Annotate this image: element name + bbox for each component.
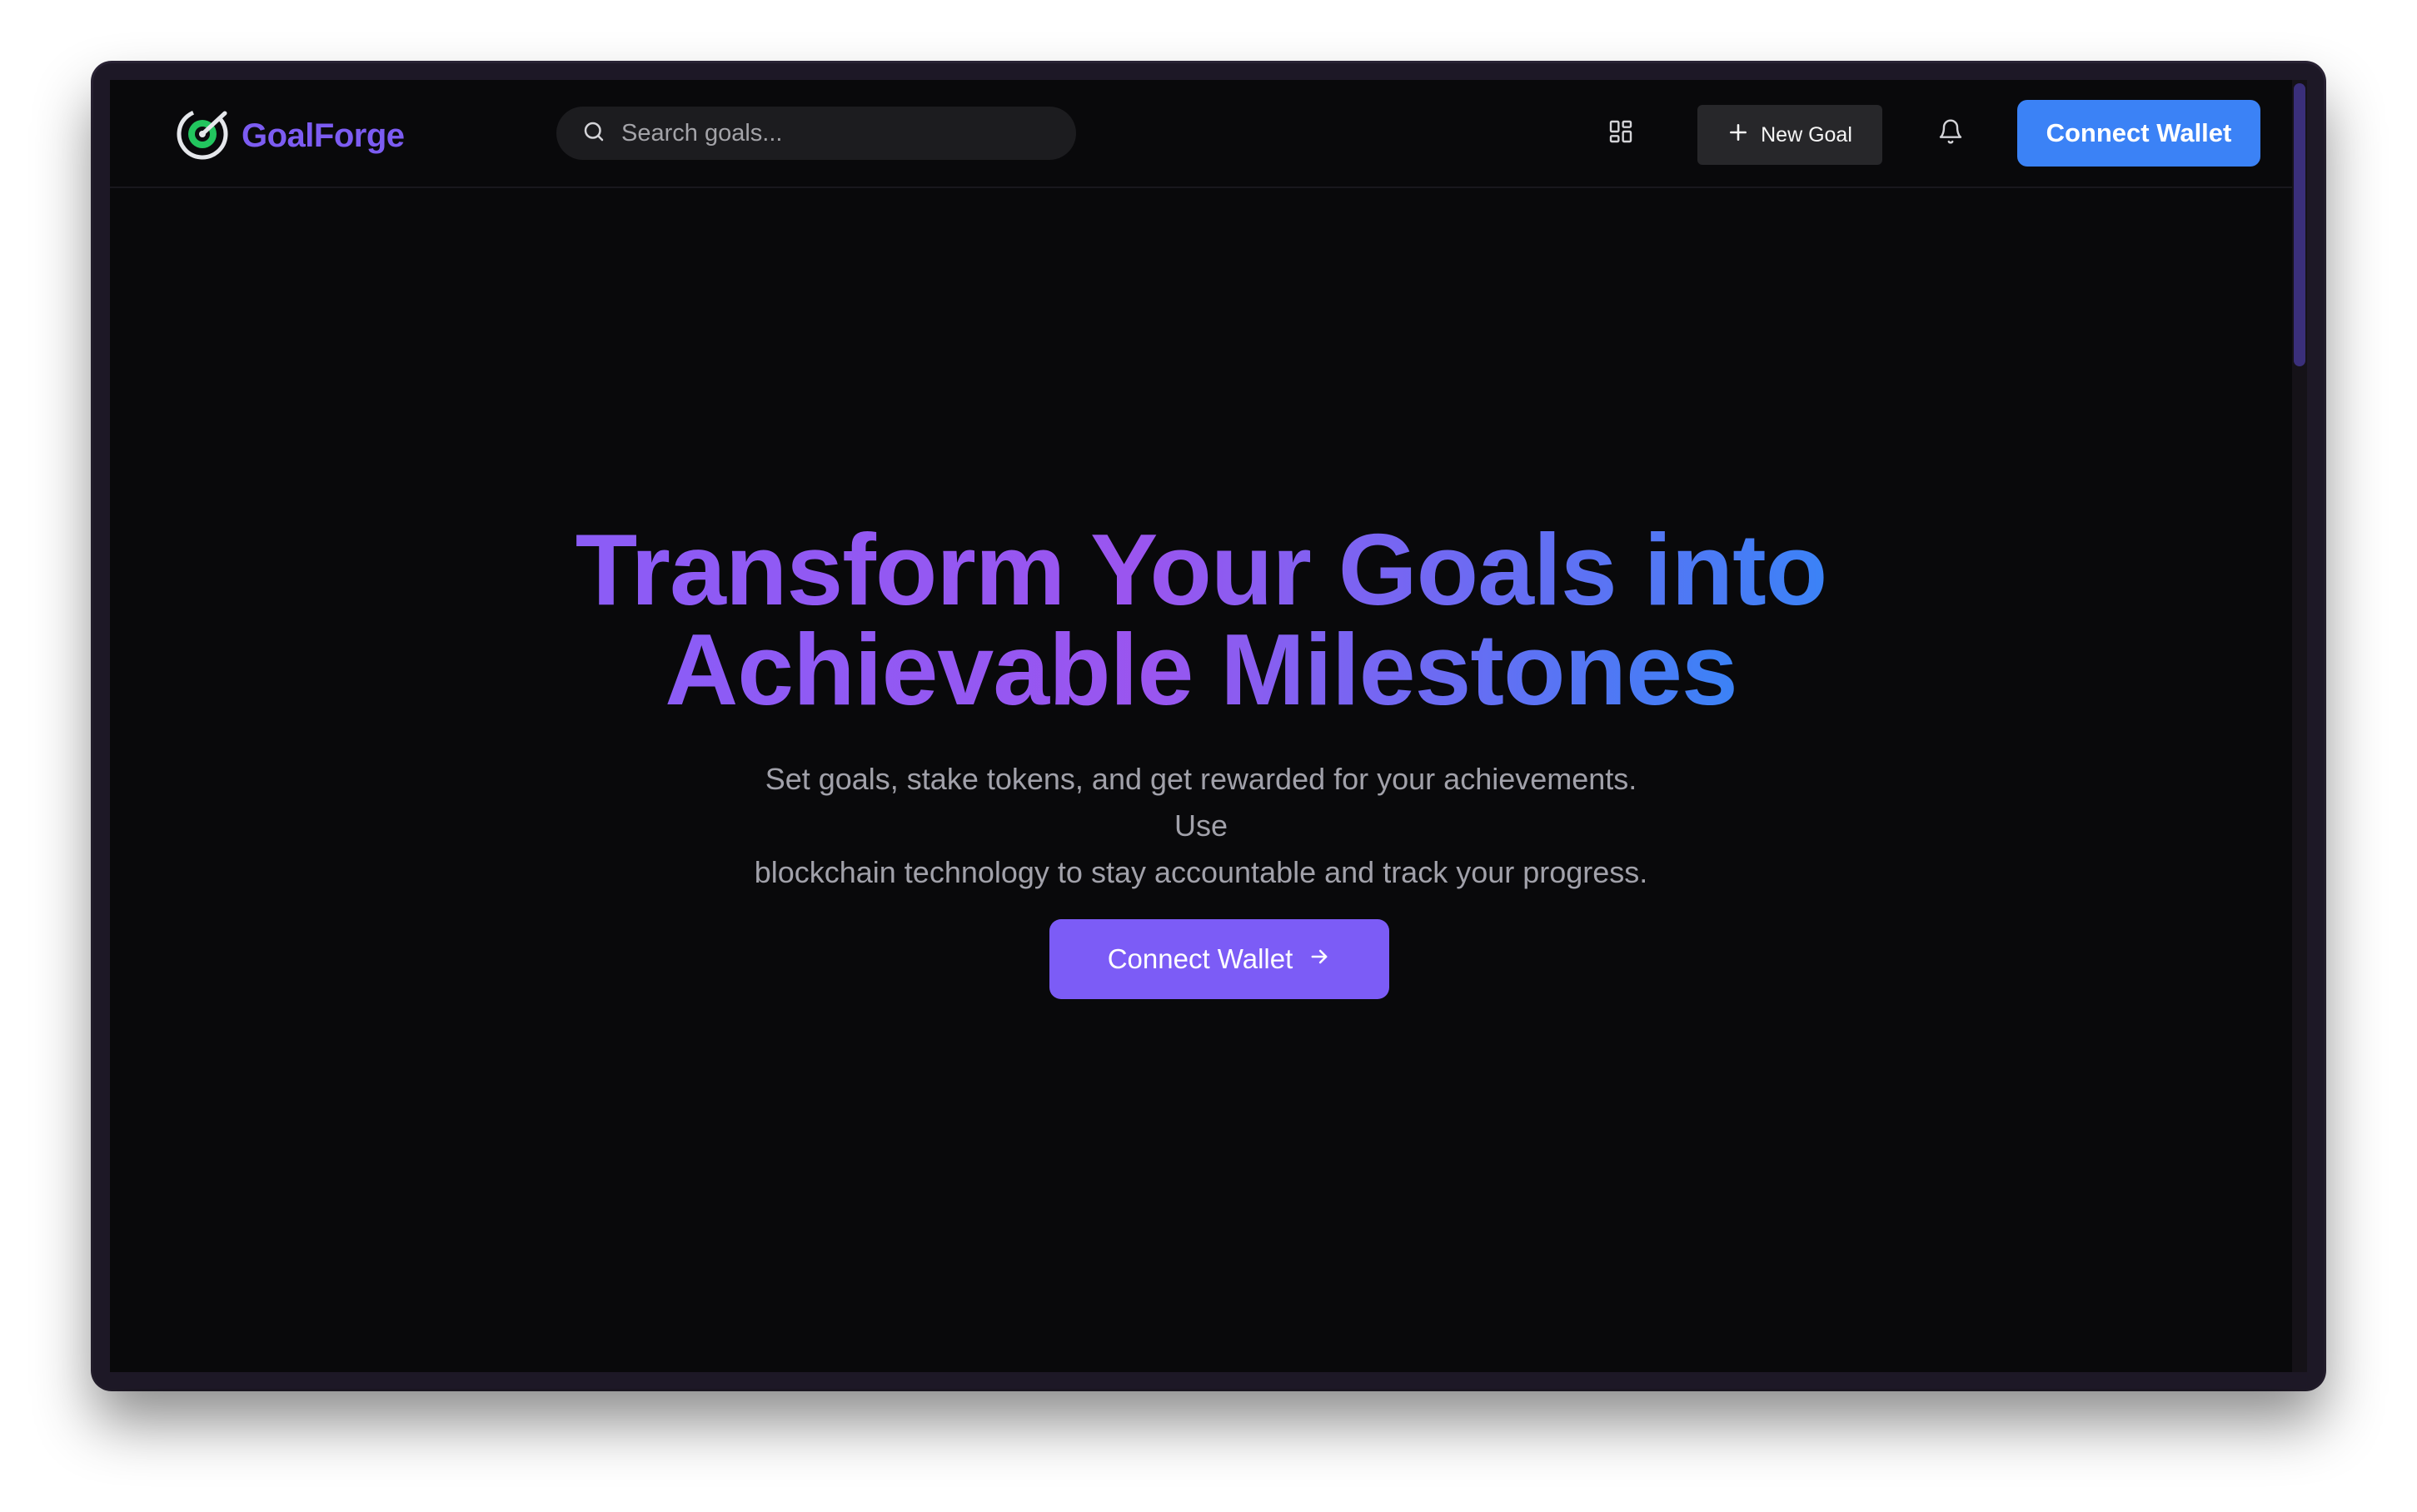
- connect-wallet-button[interactable]: Connect Wallet: [2017, 100, 2260, 167]
- bell-icon: [1937, 118, 1964, 149]
- scrollbar[interactable]: [2292, 80, 2307, 1372]
- notifications-button[interactable]: [1927, 110, 1974, 157]
- search-input[interactable]: [620, 118, 1073, 148]
- hero-connect-wallet-button[interactable]: Connect Wallet: [1049, 919, 1389, 999]
- new-goal-button[interactable]: New Goal: [1697, 105, 1882, 165]
- hero-subtitle: Set goals, stake tokens, and get rewarde…: [743, 756, 1659, 896]
- hero-title-line-1: Transform Your Goals into: [575, 513, 1828, 626]
- logo[interactable]: GoalForge: [175, 107, 405, 166]
- goalforge-logo-icon: [175, 107, 230, 166]
- top-navbar: GoalForge Search goals... New Goal Conne…: [110, 80, 2292, 188]
- scrollbar-thumb[interactable]: [2294, 83, 2305, 366]
- hero-title-line-2: Achievable Milestones: [665, 613, 1738, 726]
- hero-title: Transform Your Goals into Achievable Mil…: [110, 513, 2292, 726]
- dashboard-button[interactable]: [1597, 110, 1644, 157]
- plus-icon: [1727, 122, 1749, 149]
- hero-cta-label: Connect Wallet: [1107, 943, 1293, 974]
- app-name: GoalForge: [242, 117, 405, 154]
- new-goal-label: New Goal: [1761, 122, 1852, 147]
- arrow-right-icon: [1308, 943, 1331, 975]
- search-icon: [581, 119, 606, 148]
- hero-subtitle-line-2: blockchain technology to stay accountabl…: [754, 855, 1648, 889]
- browser-window: GoalForge Search goals... New Goal Conne…: [93, 63, 2324, 1389]
- search-bar[interactable]: [556, 107, 1076, 160]
- hero-subtitle-line-1: Set goals, stake tokens, and get rewarde…: [765, 762, 1637, 843]
- layout-grid-icon: [1607, 118, 1634, 149]
- app-screen: GoalForge Search goals... New Goal Conne…: [110, 80, 2307, 1372]
